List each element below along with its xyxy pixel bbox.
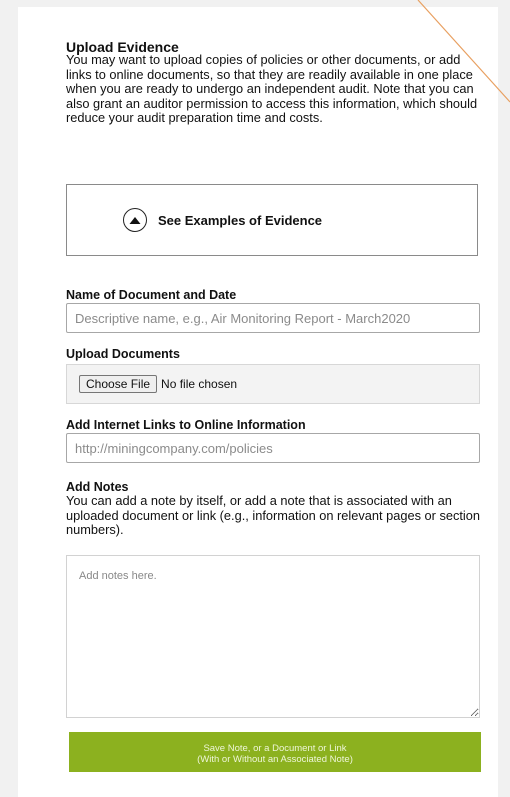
notes-textarea[interactable] (66, 555, 480, 718)
save-button-line2: (With or Without an Associated Note) (197, 754, 353, 765)
save-button-line1: Save Note, or a Document or Link (203, 743, 347, 754)
document-name-input[interactable] (66, 303, 480, 333)
internet-links-input[interactable] (66, 433, 480, 463)
upload-documents-label: Upload Documents (66, 347, 180, 361)
add-notes-label: Add Notes (66, 480, 129, 494)
file-status-text: No file chosen (161, 377, 238, 391)
see-examples-toggle[interactable]: See Examples of Evidence (123, 208, 322, 232)
save-note-button[interactable]: Save Note, or a Document or Link (With o… (69, 732, 481, 772)
file-upload-field: Choose File No file chosen (66, 364, 480, 404)
document-name-label: Name of Document and Date (66, 288, 237, 302)
see-examples-label: See Examples of Evidence (158, 212, 323, 228)
upload-evidence-intro: You may want to upload copies of policie… (66, 52, 478, 126)
examples-box: See Examples of Evidence (66, 184, 478, 256)
choose-file-button[interactable]: Choose File (79, 375, 158, 393)
add-notes-description: You can add a note by itself, or add a n… (66, 493, 481, 538)
chevron-up-icon (123, 208, 147, 232)
internet-links-label: Add Internet Links to Online Information (66, 418, 306, 432)
